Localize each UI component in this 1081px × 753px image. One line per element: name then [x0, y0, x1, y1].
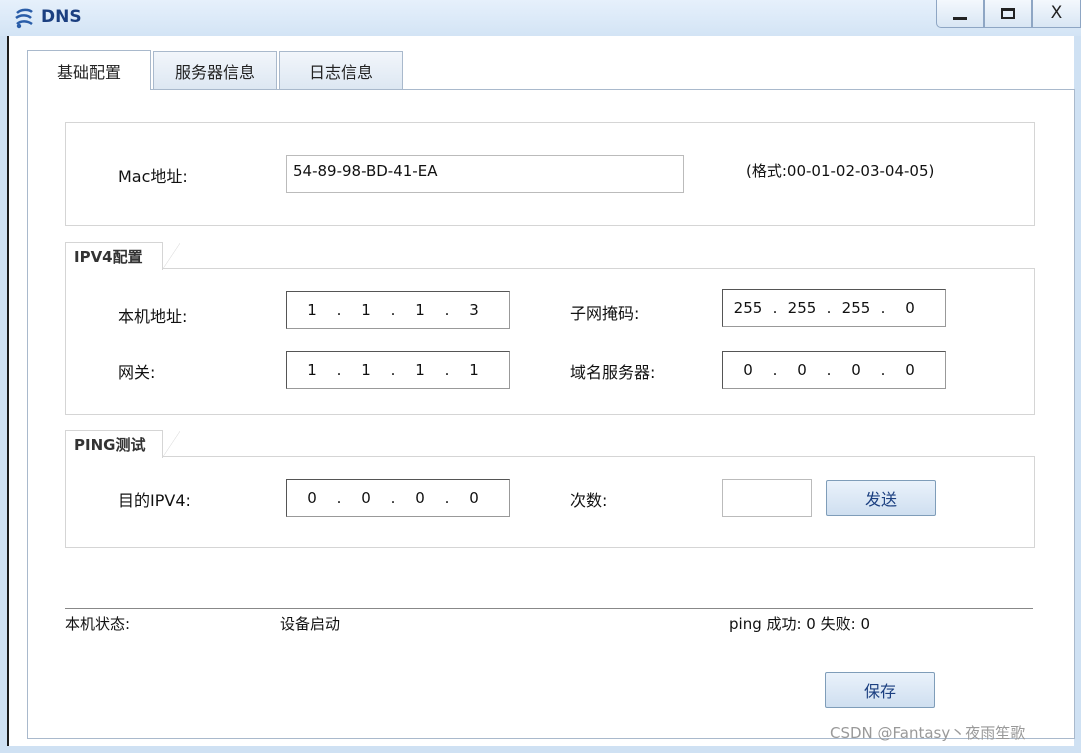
close-button[interactable]: X	[1032, 0, 1081, 28]
window-title: DNS	[41, 7, 82, 27]
ip-octet: 0	[797, 361, 807, 379]
mac-label: Mac地址:	[118, 167, 188, 186]
ip-dot: .	[826, 361, 832, 379]
mac-panel: Mac地址: 54-89-98-BD-41-EA (格式:00-01-02-03…	[65, 122, 1035, 226]
ipv4-title-text: IPV4配置	[74, 248, 143, 266]
ip-octet: 0	[905, 299, 915, 317]
ip-dot: .	[826, 299, 832, 317]
ip-dot: .	[336, 489, 342, 507]
ip-octet: 0	[905, 361, 915, 379]
ip-dot: .	[390, 361, 396, 379]
minimize-button[interactable]	[936, 0, 984, 28]
watermark-text: CSDN @Fantasy丶夜雨笙歌	[830, 724, 1026, 742]
ip-dot: .	[390, 489, 396, 507]
ping-result: ping 成功: 0 失败: 0	[729, 615, 870, 633]
close-icon: X	[1050, 3, 1063, 23]
ping-section-title: PING测试	[65, 430, 180, 458]
ip-dot: .	[444, 489, 450, 507]
mac-format-hint: (格式:00-01-02-03-04-05)	[746, 162, 935, 180]
local-ip-label: 本机地址:	[118, 307, 188, 326]
tab-label: 日志信息	[308, 62, 373, 82]
gateway-label: 网关:	[118, 363, 156, 382]
subnet-input[interactable]: 255. 255. 255. 0	[722, 289, 946, 327]
status-value: 设备启动	[280, 615, 341, 633]
ip-octet: 255	[787, 299, 817, 317]
save-button[interactable]: 保存	[825, 672, 935, 708]
minimize-icon	[953, 17, 967, 20]
ip-octet: 1	[361, 361, 371, 379]
ping-target-label: 目的IPV4:	[118, 491, 191, 510]
window-body: 基础配置 服务器信息 日志信息 Mac地址: 54-89-98-BD-41-EA…	[7, 36, 1075, 746]
maximize-icon	[1001, 8, 1015, 19]
ip-octet: 255	[841, 299, 871, 317]
ip-octet: 1	[469, 361, 479, 379]
send-label: 发送	[864, 490, 897, 509]
tab-basic-config[interactable]: 基础配置	[27, 50, 151, 90]
tab-server-info[interactable]: 服务器信息	[153, 51, 277, 89]
ip-octet: 1	[307, 361, 317, 379]
ip-octet: 0	[743, 361, 753, 379]
ipv4-panel: 本机地址: 1. 1. 1. 3 子网掩码: 255. 255. 255. 0 …	[65, 268, 1035, 415]
ip-octet: 0	[415, 489, 425, 507]
ip-dot: .	[880, 299, 886, 317]
tab-log-info[interactable]: 日志信息	[279, 51, 403, 89]
ping-count-input[interactable]	[722, 479, 812, 517]
title-bar: DNS X	[0, 0, 1081, 36]
ip-octet: 3	[469, 301, 479, 319]
ip-octet: 1	[415, 301, 425, 319]
tab-label: 基础配置	[56, 62, 121, 82]
status-divider	[65, 608, 1033, 609]
ping-title-text: PING测试	[74, 436, 146, 454]
ping-panel: 目的IPV4: 0. 0. 0. 0 次数: 发送	[65, 456, 1035, 548]
send-button[interactable]: 发送	[826, 480, 936, 516]
dns-server-input[interactable]: 0. 0. 0. 0	[722, 351, 946, 389]
ip-octet: 0	[851, 361, 861, 379]
dns-app-icon	[15, 8, 33, 29]
ip-octet: 1	[361, 301, 371, 319]
mac-value: 54-89-98-BD-41-EA	[293, 162, 438, 180]
maximize-button[interactable]	[984, 0, 1032, 28]
ip-dot: .	[880, 361, 886, 379]
ip-octet: 0	[469, 489, 479, 507]
gateway-input[interactable]: 1. 1. 1. 1	[286, 351, 510, 389]
mac-input[interactable]: 54-89-98-BD-41-EA	[286, 155, 684, 193]
ip-dot: .	[336, 361, 342, 379]
ip-dot: .	[444, 361, 450, 379]
ip-dot: .	[336, 301, 342, 319]
ping-count-label: 次数:	[570, 491, 608, 510]
ping-target-input[interactable]: 0. 0. 0. 0	[286, 479, 510, 517]
ip-octet: 0	[361, 489, 371, 507]
ip-octet: 1	[415, 361, 425, 379]
ipv4-section-title: IPV4配置	[65, 242, 180, 270]
save-label: 保存	[863, 682, 896, 701]
ip-dot: .	[772, 361, 778, 379]
ip-octet: 255	[733, 299, 763, 317]
tab-label: 服务器信息	[174, 62, 255, 82]
status-label: 本机状态:	[65, 615, 131, 633]
ip-dot: .	[390, 301, 396, 319]
ip-octet: 1	[307, 301, 317, 319]
ip-dot: .	[444, 301, 450, 319]
local-ip-input[interactable]: 1. 1. 1. 3	[286, 291, 510, 329]
ip-octet: 0	[307, 489, 317, 507]
subnet-label: 子网掩码:	[570, 304, 640, 323]
ip-dot: .	[772, 299, 778, 317]
dns-label: 域名服务器:	[570, 363, 656, 382]
